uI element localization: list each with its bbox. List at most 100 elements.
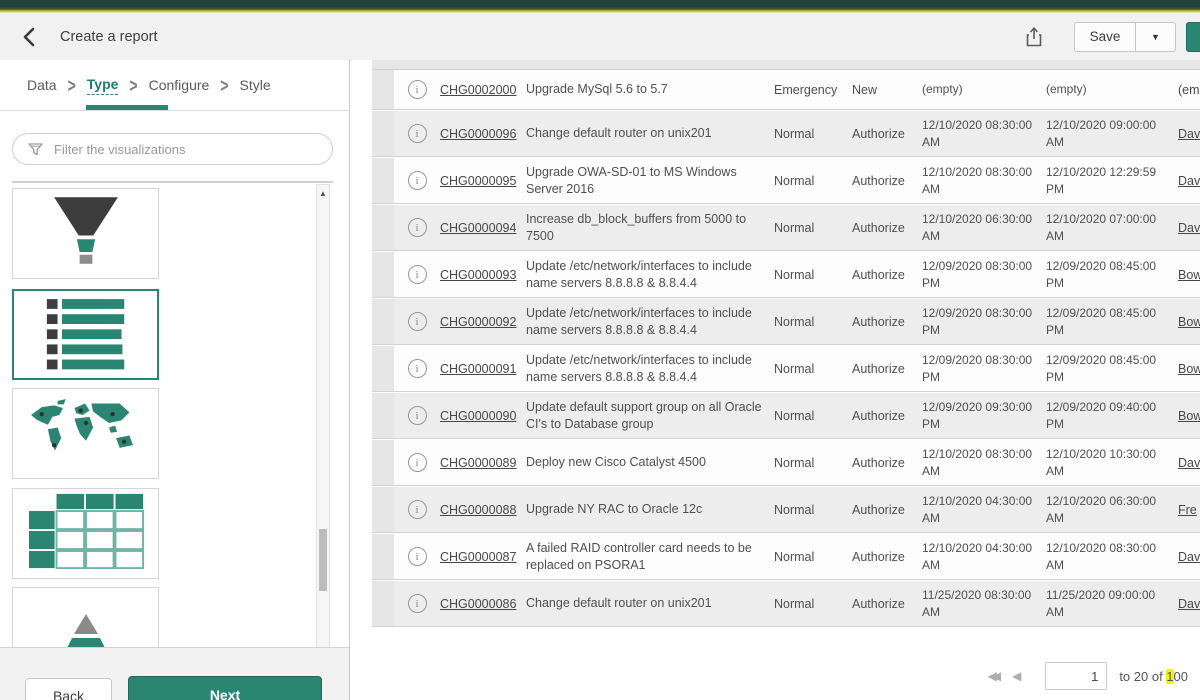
record-number-link[interactable]: CHG0002000 bbox=[440, 83, 526, 97]
record-number-link[interactable]: CHG0000086 bbox=[440, 597, 526, 611]
create-report-screen: Create a report Save ▼ Data > bbox=[0, 0, 1200, 700]
info-icon[interactable]: i bbox=[408, 453, 427, 472]
record-number-link[interactable]: CHG0000092 bbox=[440, 315, 526, 329]
viz-thumb-world-map[interactable] bbox=[12, 388, 159, 479]
page-range-prefix: to 20 of bbox=[1119, 669, 1166, 684]
viz-thumb-heatmap-table[interactable] bbox=[12, 488, 159, 579]
assigned-to-link[interactable]: Bow bbox=[1160, 315, 1200, 329]
row-leading-cell bbox=[372, 158, 394, 203]
record-number-link[interactable]: CHG0000093 bbox=[440, 268, 526, 282]
priority-cell: Normal bbox=[774, 127, 852, 141]
short-description-cell: Upgrade NY RAC to Oracle 12c bbox=[526, 501, 774, 518]
chevron-right-icon: > bbox=[129, 74, 137, 96]
next-button[interactable]: Next bbox=[128, 676, 322, 700]
state-cell: Authorize bbox=[852, 503, 922, 517]
assigned-to-link[interactable]: Dav bbox=[1160, 456, 1200, 470]
save-button[interactable]: Save bbox=[1074, 22, 1136, 52]
viz-thumb-list-chart[interactable] bbox=[12, 289, 159, 380]
visualization-filter-input[interactable] bbox=[52, 141, 332, 158]
step-configure[interactable]: Configure bbox=[149, 77, 210, 93]
share-icon bbox=[1024, 36, 1044, 51]
record-number-link[interactable]: CHG0000095 bbox=[440, 174, 526, 188]
planned-end-cell: (empty) bbox=[1046, 81, 1160, 97]
row-leading-cell bbox=[372, 205, 394, 250]
record-number-link[interactable]: CHG0000091 bbox=[440, 362, 526, 376]
brand-bar bbox=[0, 0, 1200, 13]
record-number-link[interactable]: CHG0000096 bbox=[440, 127, 526, 141]
page-range: to 20 of 100 bbox=[1119, 669, 1188, 684]
assigned-to-link[interactable]: Dav bbox=[1160, 550, 1200, 564]
first-page-button[interactable]: ◀◀ bbox=[988, 669, 996, 683]
prev-page-button[interactable]: ◀ bbox=[1012, 669, 1021, 683]
page-input[interactable] bbox=[1045, 662, 1107, 690]
info-icon[interactable]: i bbox=[408, 171, 427, 190]
list-scrollbar[interactable]: ▲ ▼ bbox=[316, 184, 330, 648]
step-data[interactable]: Data bbox=[27, 77, 57, 93]
header-actions: Save ▼ bbox=[1024, 13, 1200, 60]
page-total-rest: 00 bbox=[1174, 669, 1188, 684]
planned-end-cell: 11/25/2020 09:00:00 AM bbox=[1046, 587, 1160, 619]
table-row: i CHG0000091 Update /etc/network/interfa… bbox=[372, 346, 1200, 392]
assigned-to-link[interactable]: Bow bbox=[1160, 409, 1200, 423]
funnel-chart-icon bbox=[26, 190, 146, 277]
assigned-to-link[interactable]: Dav bbox=[1160, 221, 1200, 235]
info-icon[interactable]: i bbox=[408, 359, 427, 378]
info-icon[interactable]: i bbox=[408, 406, 427, 425]
assigned-to-link[interactable]: Bow bbox=[1160, 362, 1200, 376]
filter-funnel-icon bbox=[27, 141, 44, 158]
viz-thumb-pyramid-chart[interactable] bbox=[12, 587, 159, 648]
assigned-to-link[interactable]: Dav bbox=[1160, 174, 1200, 188]
assigned-to-link[interactable]: Dav bbox=[1160, 597, 1200, 611]
chevron-right-icon: > bbox=[68, 74, 76, 96]
planned-start-cell: 12/10/2020 08:30:00 AM bbox=[922, 446, 1046, 478]
info-icon[interactable]: i bbox=[408, 265, 427, 284]
save-button-group: Save ▼ bbox=[1074, 22, 1176, 52]
info-icon[interactable]: i bbox=[408, 218, 427, 237]
back-button[interactable]: Back bbox=[25, 678, 112, 700]
short-description-cell: Update default support group on all Orac… bbox=[526, 399, 774, 433]
info-cell: i bbox=[394, 453, 440, 472]
planned-start-cell: 12/09/2020 08:30:00 PM bbox=[922, 305, 1046, 337]
priority-cell: Normal bbox=[774, 362, 852, 376]
planned-end-cell: 12/09/2020 09:40:00 PM bbox=[1046, 399, 1160, 431]
assigned-to-link[interactable]: Dav bbox=[1160, 127, 1200, 141]
step-type[interactable]: Type bbox=[87, 76, 119, 95]
row-leading-cell bbox=[372, 299, 394, 344]
table-row: i CHG0000088 Upgrade NY RAC to Oracle 12… bbox=[372, 487, 1200, 533]
row-leading-cell bbox=[372, 487, 394, 532]
share-button[interactable] bbox=[1024, 26, 1044, 48]
info-icon[interactable]: i bbox=[408, 594, 427, 613]
record-number-link[interactable]: CHG0000094 bbox=[440, 221, 526, 235]
active-step-indicator bbox=[86, 105, 168, 110]
planned-end-cell: 12/10/2020 07:00:00 AM bbox=[1046, 211, 1160, 243]
info-icon[interactable]: i bbox=[408, 312, 427, 331]
report-wizard-panel: Data > Type > Configure > Style bbox=[0, 60, 350, 700]
priority-cell: Normal bbox=[774, 174, 852, 188]
table-row: i CHG0000094 Increase db_block_buffers f… bbox=[372, 205, 1200, 251]
short-description-cell: Upgrade OWA-SD-01 to MS Windows Server 2… bbox=[526, 164, 774, 198]
assigned-to-link[interactable]: Bow bbox=[1160, 268, 1200, 282]
info-cell: i bbox=[394, 594, 440, 613]
assigned-to-link[interactable]: Fre bbox=[1160, 503, 1200, 517]
record-number-link[interactable]: CHG0000087 bbox=[440, 550, 526, 564]
caret-down-icon: ▼ bbox=[1151, 32, 1160, 42]
step-style[interactable]: Style bbox=[239, 77, 270, 93]
info-cell: i bbox=[394, 80, 440, 99]
info-icon[interactable]: i bbox=[408, 500, 427, 519]
row-leading-cell bbox=[372, 346, 394, 391]
row-leading-cell bbox=[372, 111, 394, 156]
planned-end-cell: 12/09/2020 08:45:00 PM bbox=[1046, 352, 1160, 384]
info-icon[interactable]: i bbox=[408, 124, 427, 143]
record-number-link[interactable]: CHG0000090 bbox=[440, 409, 526, 423]
run-button-cutoff[interactable] bbox=[1186, 22, 1200, 52]
scrollbar-thumb[interactable] bbox=[319, 529, 327, 591]
save-dropdown-button[interactable]: ▼ bbox=[1136, 22, 1176, 52]
record-number-link[interactable]: CHG0000089 bbox=[440, 456, 526, 470]
scroll-up-icon[interactable]: ▲ bbox=[317, 187, 329, 201]
priority-cell: Normal bbox=[774, 315, 852, 329]
back-nav-button[interactable] bbox=[20, 26, 40, 48]
viz-thumb-funnel-chart[interactable] bbox=[12, 188, 159, 279]
record-number-link[interactable]: CHG0000088 bbox=[440, 503, 526, 517]
info-icon[interactable]: i bbox=[408, 547, 427, 566]
info-icon[interactable]: i bbox=[408, 80, 427, 99]
